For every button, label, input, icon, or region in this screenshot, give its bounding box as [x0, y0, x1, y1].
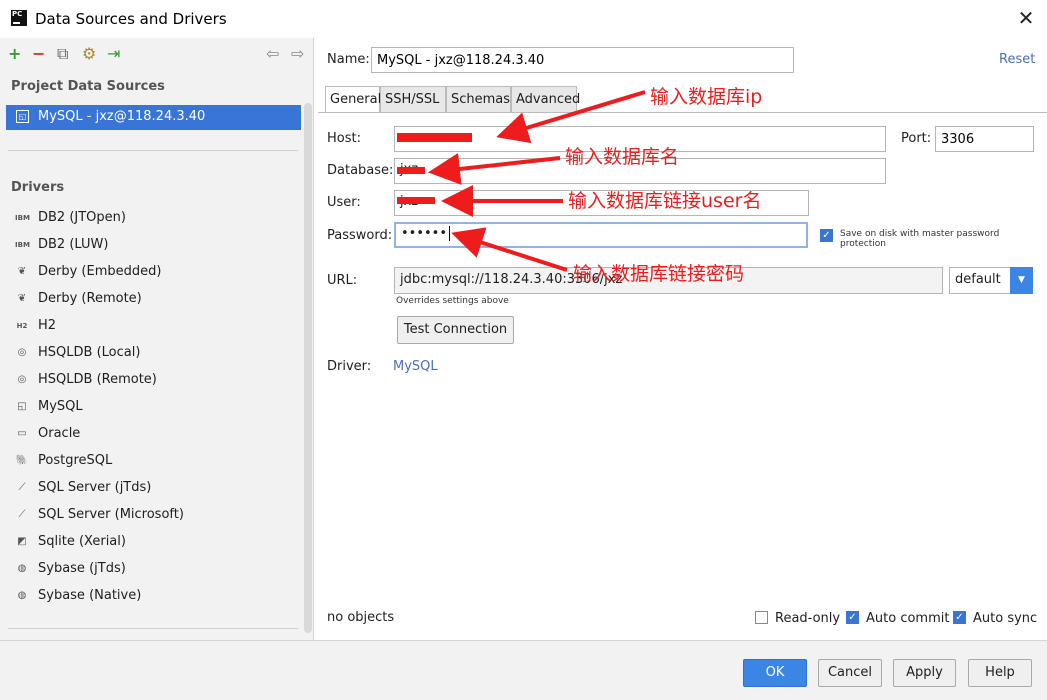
annotation-ip: 输入数据库ip [650, 86, 763, 108]
arrow-db-name [428, 153, 561, 185]
auto-commit-label: Auto commit [866, 611, 950, 626]
help-button[interactable]: Help [968, 659, 1032, 687]
status-text: no objects [327, 610, 395, 625]
cancel-button[interactable]: Cancel [818, 659, 882, 687]
auto-sync-checkbox[interactable]: ✓ [953, 611, 966, 624]
annotation-db-name: 输入数据库名 [565, 146, 680, 168]
bottom-bar [0, 640, 1047, 700]
read-only-checkbox[interactable] [755, 611, 768, 624]
auto-sync-label: Auto sync [973, 611, 1038, 626]
read-only-label: Read-only [775, 611, 841, 626]
apply-button[interactable]: Apply [893, 659, 956, 687]
annotation-user: 输入数据库链接user名 [568, 190, 762, 212]
auto-commit-checkbox[interactable]: ✓ [846, 611, 859, 624]
annotation-password: 输入数据库链接密码 [573, 263, 745, 285]
ok-button[interactable]: OK [743, 659, 807, 687]
annotation-arrows [428, 90, 646, 272]
arrow-password [451, 227, 568, 272]
arrow-ip [496, 90, 646, 144]
